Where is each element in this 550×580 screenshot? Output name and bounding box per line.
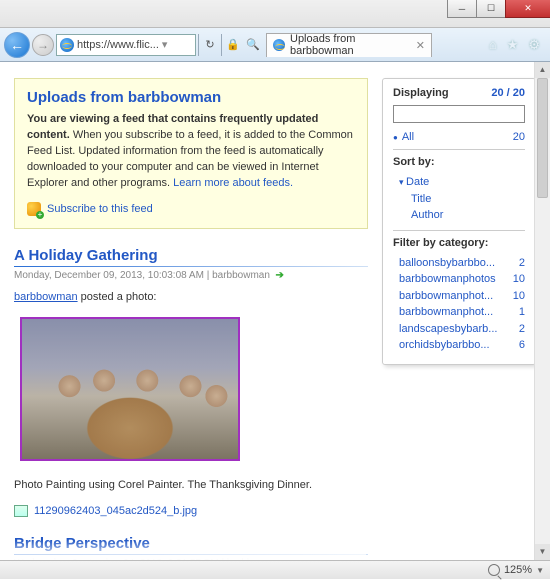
filter-input[interactable]	[393, 105, 525, 123]
vertical-scrollbar[interactable]: ▲ ▼	[534, 62, 550, 560]
browser-tab[interactable]: Uploads from barbbowman ✕	[266, 33, 432, 57]
subscribe-link[interactable]: Subscribe to this feed	[47, 203, 153, 215]
filter-all[interactable]: ●All	[393, 131, 414, 143]
feed-info-box: Uploads from barbbowman You are viewing …	[14, 78, 368, 229]
tab-close-icon[interactable]: ✕	[416, 39, 425, 52]
feed-icon	[27, 202, 41, 216]
lock-icon: 🔒	[224, 34, 242, 56]
ie-icon	[60, 38, 74, 52]
arrow-icon[interactable]: ➔	[275, 270, 283, 281]
filter-category-label: Filter by category:	[393, 237, 525, 249]
post: Bridge Perspective Wednesday, September …	[14, 535, 368, 560]
back-button[interactable]: ←	[4, 32, 30, 58]
post-photo[interactable]	[20, 317, 240, 461]
zoom-control[interactable]: 125% ▼	[488, 564, 544, 576]
forward-button[interactable]: →	[32, 34, 54, 56]
sort-title[interactable]: Title	[411, 191, 525, 208]
zoom-icon	[488, 564, 500, 576]
status-bar: 125% ▼	[0, 560, 550, 579]
filter-all-count: 20	[513, 131, 525, 143]
author-link[interactable]: barbbowman	[14, 291, 78, 303]
post-meta: Monday, December 09, 2013, 10:03:08 AM |…	[14, 270, 368, 281]
feed-title: Uploads from barbbowman	[27, 89, 355, 106]
ie-icon	[273, 39, 285, 51]
category-list: balloonsbybarbbo...2 barbbowmanphotos10 …	[399, 255, 525, 354]
tab-title: Uploads from barbbowman	[290, 33, 409, 57]
window-maximize-button[interactable]: ☐	[476, 0, 506, 18]
post-body: barbbowman posted a photo:	[14, 291, 368, 303]
displaying-label: Displaying	[393, 87, 449, 99]
sort-date[interactable]: Date	[399, 174, 525, 191]
zoom-level: 125%	[504, 564, 532, 576]
window-close-button[interactable]: ✕	[505, 0, 550, 18]
image-file-icon	[14, 505, 28, 517]
address-bar[interactable]: https://www.flic... ▾	[56, 34, 196, 56]
post-caption: Photo Painting using Corel Painter. The …	[14, 479, 368, 491]
category-item[interactable]: barbbowmanphot...1	[399, 304, 525, 321]
category-item[interactable]: landscapesbybarb...2	[399, 321, 525, 338]
displaying-count: 20 / 20	[491, 87, 525, 99]
tools-icon[interactable]: ⚙	[528, 37, 540, 53]
category-item[interactable]: barbbowmanphotos10	[399, 271, 525, 288]
window-minimize-button[interactable]: ─	[447, 0, 477, 18]
page-content: Uploads from barbbowman You are viewing …	[0, 62, 550, 560]
category-item[interactable]: orchidsbybarbbo...6	[399, 337, 525, 354]
window-titlebar: ─ ☐ ✕	[0, 0, 550, 28]
favorites-icon[interactable]: ★	[507, 37, 519, 53]
post: A Holiday Gathering Monday, December 09,…	[14, 247, 368, 517]
refresh-button[interactable]: ↻	[201, 34, 219, 56]
post-title[interactable]: Bridge Perspective	[14, 535, 368, 552]
post-title[interactable]: A Holiday Gathering	[14, 247, 368, 264]
category-item[interactable]: barbbowmanphot...10	[399, 288, 525, 305]
scroll-down-button[interactable]: ▼	[535, 544, 550, 560]
sort-author[interactable]: Author	[411, 207, 525, 224]
scroll-thumb[interactable]	[537, 78, 548, 198]
home-icon[interactable]: ⌂	[489, 37, 497, 53]
url-text: https://www.flic...	[77, 39, 159, 51]
sort-by-label: Sort by:	[393, 156, 525, 168]
feed-sidebar: Displaying 20 / 20 ●All 20 Sort by: Date…	[382, 78, 536, 365]
category-item[interactable]: balloonsbybarbbo...2	[399, 255, 525, 272]
attachment-link[interactable]: 11290962403_045ac2d524_b.jpg	[14, 505, 368, 517]
feed-description: You are viewing a feed that contains fre…	[27, 112, 355, 192]
scroll-up-button[interactable]: ▲	[535, 62, 550, 78]
browser-toolbar: ← → https://www.flic... ▾ ↻ 🔒 🔍 Uploads …	[0, 28, 550, 62]
learn-more-link[interactable]: Learn more about feeds.	[173, 177, 293, 189]
search-button[interactable]: 🔍	[244, 34, 262, 56]
